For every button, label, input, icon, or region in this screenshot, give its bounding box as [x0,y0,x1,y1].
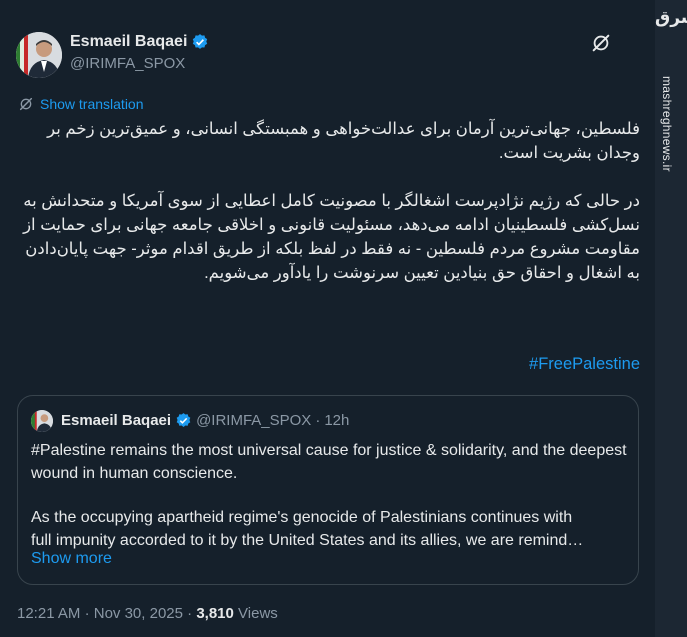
translate-icon [19,97,33,111]
quoted-paragraph-1: #Palestine remains the most universal ca… [31,442,627,482]
post-time[interactable]: 12:21 AM [17,605,80,622]
show-translation-label[interactable]: Show translation [40,96,144,112]
footer-separator: · [84,605,90,622]
quoted-text: #Palestine remains the most universal ca… [31,440,627,552]
hashtag-link[interactable]: #FreePalestine [529,355,640,374]
quoted-paragraph-2-line-1: As the occupying apartheid regime's geno… [31,509,573,526]
author-name-row[interactable]: Esmaeil Baqaei [70,33,209,51]
author-handle[interactable]: @IRIMFA_SPOX [70,55,185,72]
watermark-strip: مشرق mashreghnews.ir [655,0,687,637]
show-more-link[interactable]: Show more [31,550,112,568]
author-name[interactable]: Esmaeil Baqaei [70,33,187,51]
footer-separator: · [187,605,193,622]
grok-icon[interactable] [590,32,612,54]
verified-badge-icon [176,413,191,427]
views-label[interactable]: Views [238,605,278,622]
quoted-author-handle[interactable]: @IRIMFA_SPOX [196,412,311,429]
watermark-logo: مشرق [655,8,687,27]
tweet: Esmaeil Baqaei @IRIMFA_SPOX Show transla… [0,0,655,637]
post-date[interactable]: Nov 30, 2025 [94,605,183,622]
watermark-site: mashreghnews.ir [660,76,674,172]
quoted-author-avatar[interactable] [31,410,53,432]
show-translation-link[interactable]: Show translation [18,96,144,112]
quoted-author-name[interactable]: Esmaeil Baqaei [61,412,171,429]
tweet-body: فلسطین، جهانی‌ترین آرمان برای عدالت‌خواه… [16,117,640,285]
quoted-separator: · [315,412,321,429]
quoted-paragraph-2-line-2: full impunity accorded to it by the Unit… [31,531,584,549]
tweet-footer: 12:21 AM · Nov 30, 2025 · 3,810 Views [17,605,278,622]
views-count[interactable]: 3,810 [196,605,234,622]
quoted-header: Esmaeil Baqaei @IRIMFA_SPOX · 12h [61,412,349,429]
quoted-tweet[interactable]: Esmaeil Baqaei @IRIMFA_SPOX · 12h #Pales… [17,395,639,585]
tweet-paragraph-2: در حالی که رژیم نژادپرست اشغالگر با مصون… [23,192,640,282]
tweet-paragraph-1: فلسطین، جهانی‌ترین آرمان برای عدالت‌خواه… [47,120,640,162]
quoted-timestamp[interactable]: 12h [324,412,349,429]
verified-badge-icon [193,34,208,49]
quoted-paragraph-2: As the occupying apartheid regime's geno… [31,507,627,552]
author-avatar[interactable] [16,32,62,78]
